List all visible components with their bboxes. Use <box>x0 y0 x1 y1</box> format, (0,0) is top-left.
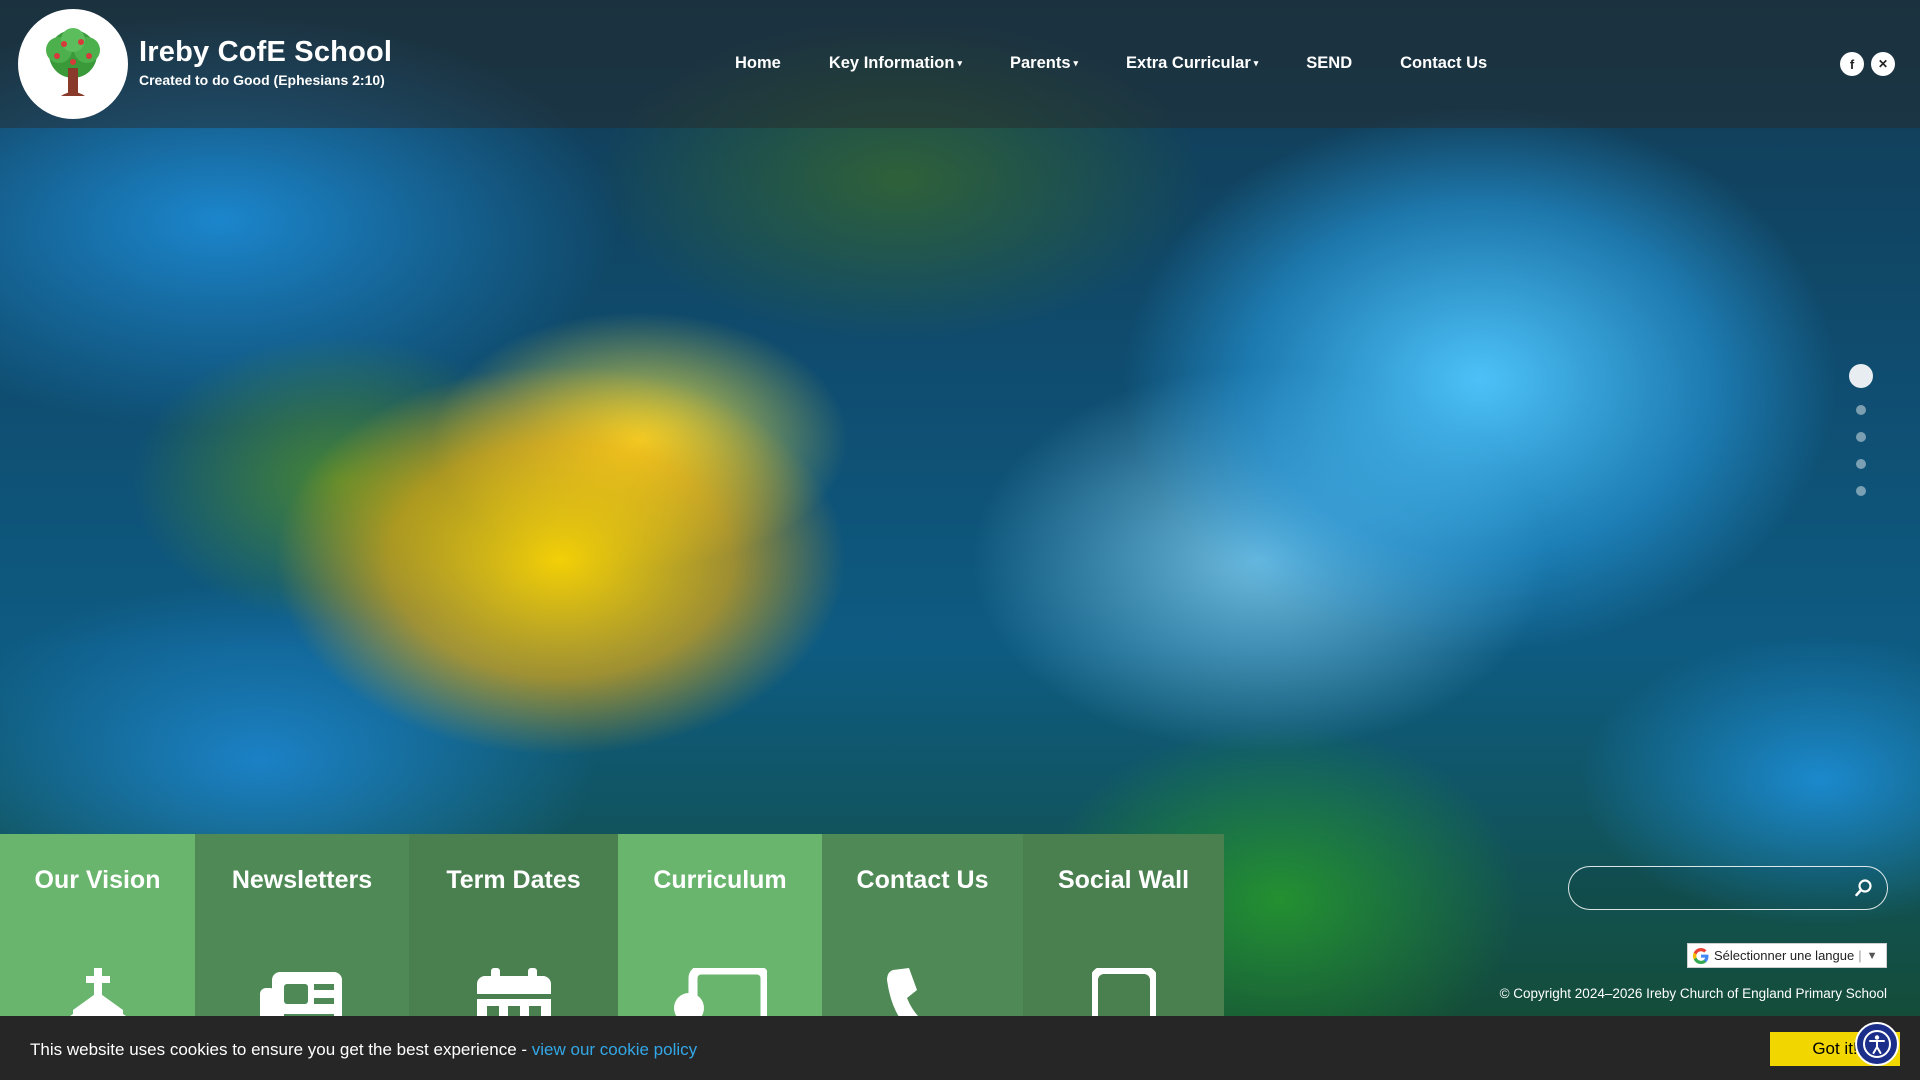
search-input[interactable] <box>1583 875 1833 901</box>
nav-item-home[interactable]: Home <box>735 52 781 74</box>
school-name[interactable]: Ireby CofE School <box>139 36 392 69</box>
nav-item-label: Contact Us <box>1400 53 1488 72</box>
language-selector-label: Sélectionner une langue <box>1714 948 1855 963</box>
site-search <box>1568 866 1888 910</box>
caret-down-icon: ▾ <box>957 57 962 68</box>
main-navigation: Home Key Information ▾ Parents ▾ Extra C… <box>735 52 1487 74</box>
cookie-policy-link[interactable]: view our cookie policy <box>532 1040 697 1059</box>
nav-item-key-information[interactable]: Key Information ▾ <box>829 52 962 74</box>
school-motto: Created to do Good (Ephesians 2:10) <box>139 72 385 88</box>
facebook-icon[interactable]: f <box>1840 52 1864 76</box>
nav-item-send[interactable]: SEND <box>1306 52 1352 74</box>
dropdown-arrow-icon: ▼ <box>1866 949 1878 962</box>
caret-down-icon: ▾ <box>1253 57 1259 68</box>
tile-label: Curriculum <box>653 866 787 894</box>
site-header: Ireby CofE School Created to do Good (Ep… <box>0 0 1920 128</box>
tile-label: Term Dates <box>446 866 581 894</box>
tile-label: Contact Us <box>856 866 989 894</box>
school-logo[interactable] <box>18 9 128 119</box>
cookie-message: This website uses cookies to ensure you … <box>30 1040 697 1060</box>
x-twitter-icon[interactable]: ✕ <box>1871 52 1895 76</box>
tile-label: Social Wall <box>1057 866 1190 894</box>
nav-item-contact-us[interactable]: Contact Us <box>1400 52 1487 74</box>
nav-item-extra-curricular[interactable]: Extra Curricular ▾ <box>1126 52 1258 74</box>
search-icon[interactable] <box>1855 879 1873 897</box>
tile-label: Newsletters <box>231 866 373 894</box>
nav-item-label: Key Information <box>828 53 955 72</box>
accessibility-icon <box>1863 1030 1891 1058</box>
cookie-message-text: This website uses cookies to ensure you … <box>30 1040 532 1059</box>
cookie-consent-bar: This website uses cookies to ensure you … <box>0 1016 1920 1080</box>
nav-item-parents[interactable]: Parents ▾ <box>1010 52 1078 74</box>
slider-dot[interactable] <box>1856 486 1866 496</box>
nav-item-label: Extra Curricular <box>1126 53 1251 72</box>
tile-label: Our Vision <box>34 866 161 894</box>
nav-item-label: Parents <box>1009 53 1071 72</box>
accessibility-button[interactable] <box>1855 1022 1899 1066</box>
slider-dot-active[interactable] <box>1849 364 1873 388</box>
nav-item-label: SEND <box>1306 53 1353 72</box>
tree-logo-icon <box>46 28 100 96</box>
copyright-text: © Copyright 2024–2026 Ireby Church of En… <box>1499 986 1887 1001</box>
slider-dot[interactable] <box>1856 405 1866 415</box>
divider: | <box>1858 948 1862 963</box>
google-g-icon <box>1692 947 1709 964</box>
slider-dot[interactable] <box>1856 459 1866 469</box>
caret-down-icon: ▾ <box>1073 57 1079 68</box>
nav-item-label: Home <box>735 53 781 72</box>
language-selector[interactable]: Sélectionner une langue | ▼ <box>1687 943 1887 968</box>
slider-dot[interactable] <box>1856 432 1866 442</box>
